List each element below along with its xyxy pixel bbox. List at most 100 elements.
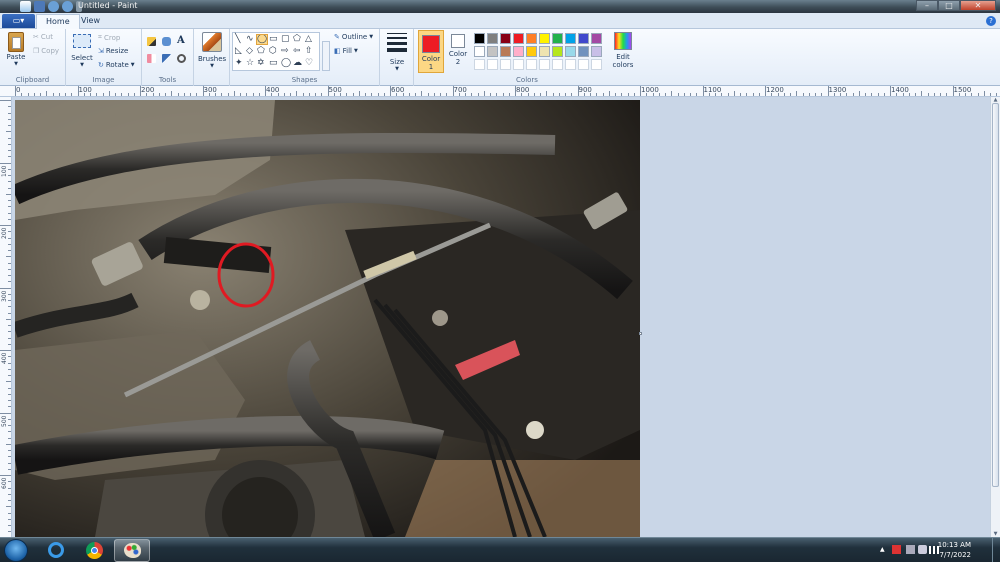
- taskbar-chrome[interactable]: [76, 539, 112, 562]
- rectangle-shape-icon[interactable]: ▭: [269, 35, 278, 44]
- taskbar-paint[interactable]: [114, 539, 150, 562]
- triangle-shape-icon[interactable]: △: [305, 35, 312, 44]
- magnifier-icon[interactable]: [177, 54, 186, 63]
- shapes-scroll-button[interactable]: [322, 41, 330, 71]
- start-button[interactable]: [4, 539, 28, 562]
- left-arrow-shape-icon[interactable]: ⇦: [293, 47, 301, 56]
- canvas-resize-handle[interactable]: [639, 332, 642, 335]
- eraser-icon[interactable]: [147, 54, 156, 63]
- fill-bucket-icon[interactable]: [162, 37, 171, 46]
- clock-date[interactable]: 7/7/2022: [940, 551, 971, 559]
- color-swatch[interactable]: [578, 46, 589, 57]
- vertical-scrollbar[interactable]: ▲ ▼: [990, 97, 1000, 537]
- outline-button[interactable]: ✎ Outline ▼: [334, 33, 373, 41]
- paint-app-icon[interactable]: [20, 1, 31, 12]
- rounded-rectangle-shape-icon[interactable]: ▢: [281, 35, 290, 44]
- color-swatch[interactable]: [500, 59, 511, 70]
- color-swatch[interactable]: [591, 46, 602, 57]
- color-swatch[interactable]: [539, 46, 550, 57]
- maximize-button[interactable]: □: [938, 0, 960, 11]
- color-swatch[interactable]: [526, 33, 537, 44]
- color-swatch[interactable]: [591, 33, 602, 44]
- color-swatch[interactable]: [591, 59, 602, 70]
- volume-icon[interactable]: [918, 545, 927, 554]
- color-swatch[interactable]: [552, 59, 563, 70]
- file-menu-button[interactable]: ▭▾: [2, 14, 35, 28]
- color-swatch[interactable]: [474, 33, 485, 44]
- callout-oval-shape-icon[interactable]: ◯: [281, 59, 291, 68]
- pencil-icon[interactable]: [147, 37, 156, 46]
- up-arrow-shape-icon[interactable]: ⇧: [305, 47, 313, 56]
- text-tool-icon[interactable]: A: [177, 35, 185, 46]
- color-swatch[interactable]: [513, 59, 524, 70]
- color-swatch[interactable]: [513, 33, 524, 44]
- minimize-button[interactable]: –: [916, 0, 938, 11]
- size-button[interactable]: Size ▼: [384, 33, 410, 72]
- color-swatch[interactable]: [565, 46, 576, 57]
- color-swatch[interactable]: [487, 46, 498, 57]
- scrollbar-thumb[interactable]: [992, 103, 999, 487]
- fill-button[interactable]: ◧ Fill ▼: [334, 47, 358, 55]
- color-swatch[interactable]: [500, 46, 511, 57]
- curve-shape-icon[interactable]: ∿: [246, 35, 254, 44]
- heart-shape-icon[interactable]: ♡: [305, 59, 313, 68]
- color-swatch[interactable]: [500, 33, 511, 44]
- color-swatch[interactable]: [578, 33, 589, 44]
- help-icon[interactable]: ?: [986, 16, 996, 26]
- color2-button[interactable]: Color 2: [446, 30, 470, 73]
- resize-button[interactable]: ⇲ Resize: [98, 47, 128, 55]
- color-swatch[interactable]: [578, 59, 589, 70]
- color-swatch[interactable]: [552, 46, 563, 57]
- color1-button[interactable]: Color 1: [418, 30, 444, 73]
- cut-button[interactable]: ✂ Cut: [33, 33, 53, 41]
- color-swatch[interactable]: [565, 33, 576, 44]
- line-shape-icon[interactable]: ╲: [235, 35, 240, 44]
- redo-icon[interactable]: [62, 1, 73, 12]
- brushes-button[interactable]: Brushes ▼: [198, 32, 226, 69]
- taskbar-internet-explorer[interactable]: [38, 539, 74, 562]
- edit-colors-button[interactable]: Edit colors: [610, 32, 636, 69]
- color-swatch[interactable]: [474, 46, 485, 57]
- right-triangle-shape-icon[interactable]: ◺: [235, 47, 242, 56]
- color-swatch[interactable]: [526, 46, 537, 57]
- crop-button[interactable]: ⌗ Crop: [98, 33, 120, 42]
- tab-view[interactable]: View: [72, 14, 109, 29]
- show-hidden-icons-icon[interactable]: ▲: [880, 546, 885, 553]
- oval-shape-icon[interactable]: ◯: [255, 34, 269, 45]
- pentagon-shape-icon[interactable]: ⬠: [257, 47, 265, 56]
- undo-icon[interactable]: [48, 1, 59, 12]
- color-swatch[interactable]: [539, 59, 550, 70]
- copy-button[interactable]: ❐ Copy: [33, 47, 59, 55]
- color-swatch[interactable]: [565, 59, 576, 70]
- five-point-star-shape-icon[interactable]: ☆: [246, 59, 254, 68]
- six-point-star-shape-icon[interactable]: ✡: [257, 59, 265, 68]
- diamond-shape-icon[interactable]: ◇: [246, 47, 253, 56]
- hexagon-shape-icon[interactable]: ⬡: [269, 47, 277, 56]
- right-arrow-shape-icon[interactable]: ⇨: [281, 47, 289, 56]
- close-button[interactable]: ✕: [960, 0, 996, 11]
- color-swatch[interactable]: [474, 59, 485, 70]
- network-icon[interactable]: [906, 545, 915, 554]
- ruler-tick: [8, 518, 11, 520]
- show-desktop-button[interactable]: [992, 538, 1000, 562]
- polygon-shape-icon[interactable]: ⬠: [293, 35, 301, 44]
- callout-rectangle-shape-icon[interactable]: ▭: [269, 59, 278, 68]
- rotate-button[interactable]: ↻ Rotate ▼: [98, 61, 135, 69]
- ruler-tick: [8, 231, 11, 233]
- canvas-workspace[interactable]: [12, 97, 990, 537]
- drawing-canvas[interactable]: [15, 100, 640, 537]
- color-swatch[interactable]: [526, 59, 537, 70]
- four-point-star-shape-icon[interactable]: ✦: [235, 59, 243, 68]
- color-swatch[interactable]: [539, 33, 550, 44]
- select-button[interactable]: Select ▼: [70, 34, 94, 68]
- color-swatch[interactable]: [487, 59, 498, 70]
- color-swatch[interactable]: [552, 33, 563, 44]
- color-swatch[interactable]: [487, 33, 498, 44]
- color-picker-icon[interactable]: [162, 54, 171, 63]
- clock-time[interactable]: 10:13 AM: [938, 541, 971, 549]
- save-icon[interactable]: [34, 1, 45, 12]
- paste-button[interactable]: Paste ▼: [4, 32, 28, 67]
- callout-cloud-shape-icon[interactable]: ☁: [293, 59, 302, 68]
- color-swatch[interactable]: [513, 46, 524, 57]
- action-center-flag-icon[interactable]: [892, 545, 901, 554]
